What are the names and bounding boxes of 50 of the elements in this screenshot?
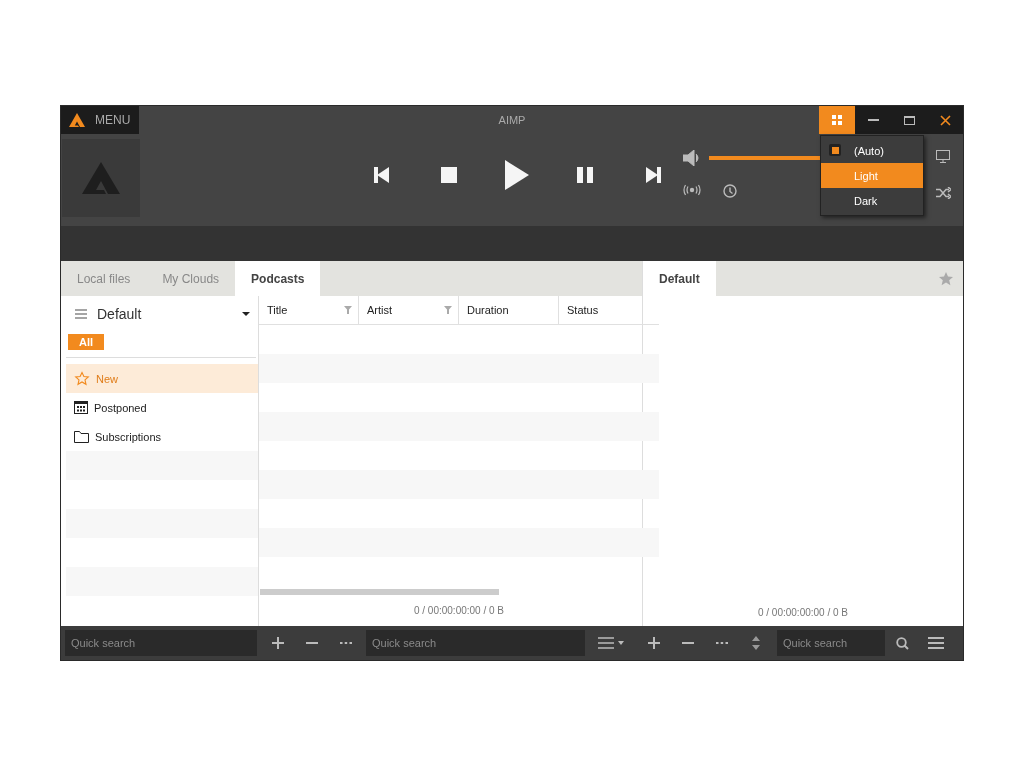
column-header[interactable]: Artist	[359, 296, 459, 324]
tab[interactable]: Podcasts	[235, 261, 321, 296]
checkbox[interactable]	[829, 144, 841, 156]
status-text: 0 / 00:00:00:00 / 0 B	[756, 606, 850, 620]
star-icon[interactable]	[939, 271, 953, 286]
clock-icon[interactable]	[723, 184, 737, 198]
up-down-icon	[752, 636, 760, 650]
grid-icon	[832, 115, 842, 125]
status-text: 0 / 00:00:00:00 / 0 B	[412, 604, 506, 616]
star-icon	[74, 370, 90, 387]
folder-icon	[74, 430, 89, 443]
column-header[interactable]: Duration	[459, 296, 559, 324]
menu-item[interactable]: (Auto)	[821, 138, 923, 163]
calendar-icon	[74, 401, 88, 414]
logo-icon	[69, 113, 85, 127]
list-caret-icon	[598, 637, 624, 649]
play-icon	[505, 160, 529, 190]
scrollbar[interactable]	[260, 589, 499, 595]
minus-icon	[306, 642, 318, 644]
minus-icon	[682, 642, 694, 644]
column-header[interactable]: Status	[559, 296, 659, 324]
next-icon	[645, 167, 661, 183]
pause-icon	[577, 167, 593, 183]
minimize-icon	[867, 119, 879, 121]
maximize-icon	[903, 115, 915, 125]
playlist-title: Default	[97, 306, 142, 322]
logo-icon	[82, 162, 120, 194]
search-field[interactable]: Quick search	[777, 630, 885, 656]
plus-icon	[648, 637, 660, 649]
plus-icon	[272, 637, 284, 649]
tab[interactable]: Default	[643, 261, 716, 296]
caret-icon[interactable]	[242, 312, 250, 316]
menu-button[interactable]: MENU	[61, 106, 139, 134]
menu-icon	[928, 637, 944, 649]
close-icon	[939, 114, 951, 126]
column-header[interactable]: Title	[259, 296, 359, 324]
window-title: AIMP	[498, 114, 526, 126]
minimize-button[interactable]	[855, 106, 891, 134]
search-field[interactable]: Quick search	[65, 630, 257, 656]
search-field[interactable]: Quick search	[366, 630, 585, 656]
menu-item[interactable]: Dark	[821, 188, 923, 213]
shuffle-icon[interactable]	[936, 187, 951, 199]
search-icon	[895, 636, 909, 650]
monitor-icon[interactable]	[936, 150, 950, 163]
stop-icon	[441, 167, 457, 183]
volume-button[interactable]	[683, 150, 701, 166]
close-button[interactable]	[927, 106, 963, 134]
previous-icon	[373, 167, 389, 183]
radio-icon[interactable]	[683, 184, 701, 196]
speaker-icon	[683, 150, 701, 166]
